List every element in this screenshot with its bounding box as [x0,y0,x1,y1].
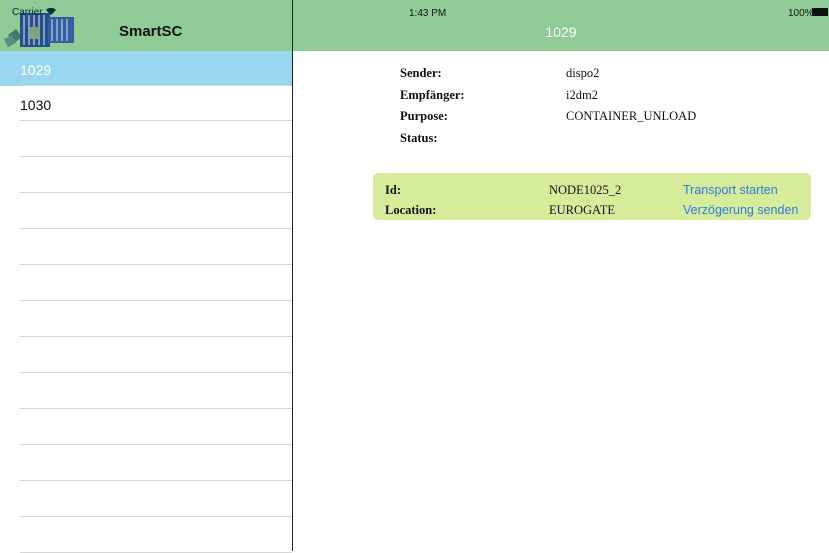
node-id-label: Id: [385,183,401,197]
start-transport-button[interactable]: Transport starten [683,183,778,197]
battery-percentage: 100% [788,8,814,19]
list-item[interactable] [0,122,292,157]
row-separator [20,192,292,193]
list-item[interactable] [0,446,292,481]
detail-pane: Sender: dispo2 Empfänger: i2dm2 Purpose:… [293,51,829,551]
purpose-value: CONTAINER_UNLOAD [566,109,697,123]
row-separator [20,120,292,121]
message-list: 1029 1030 [0,51,292,553]
list-item[interactable] [0,374,292,409]
row-separator [20,264,292,265]
node-location-value: EUROGATE [549,203,615,217]
row-separator [20,480,292,481]
list-item[interactable] [0,338,292,373]
row-separator [20,408,292,409]
row-separator [20,300,292,301]
list-item[interactable] [0,482,292,517]
sender-label: Sender: [400,66,442,80]
status-carrier: Carrier [12,7,43,18]
row-separator [20,228,292,229]
app-title: SmartSC [119,23,183,40]
recipient-value: i2dm2 [566,88,598,102]
list-item[interactable] [0,158,292,193]
row-separator [20,156,292,157]
row-separator [20,372,292,373]
list-item-label: 1029 [20,62,52,78]
list-item[interactable]: 1029 [0,51,292,86]
purpose-label: Purpose: [400,109,448,123]
list-item[interactable] [0,230,292,265]
row-separator [20,516,292,517]
status-label: Status: [400,131,438,145]
list-item[interactable] [0,410,292,445]
wifi-icon [46,7,56,15]
list-item-label: 1030 [20,97,52,113]
battery-icon [812,8,828,16]
list-item[interactable]: 1030 [0,86,292,121]
sender-value: dispo2 [566,66,600,80]
master-navigation-bar: SmartSC [0,0,292,51]
detail-navigation-bar: 1029 [293,0,829,51]
list-item[interactable] [0,518,292,553]
node-id-value: NODE1025_2 [549,183,622,197]
status-time: 1:43 PM [409,8,447,19]
recipient-label: Empfänger: [400,88,465,102]
row-separator [20,444,292,445]
row-separator [20,336,292,337]
list-item[interactable] [0,194,292,229]
transport-node-card: Id: NODE1025_2 Location: EUROGATE Transp… [373,173,811,220]
detail-title: 1029 [545,24,577,40]
list-item[interactable] [0,302,292,337]
list-item[interactable] [0,266,292,301]
node-location-label: Location: [385,203,437,217]
send-delay-button[interactable]: Verzögerung senden [683,203,798,217]
